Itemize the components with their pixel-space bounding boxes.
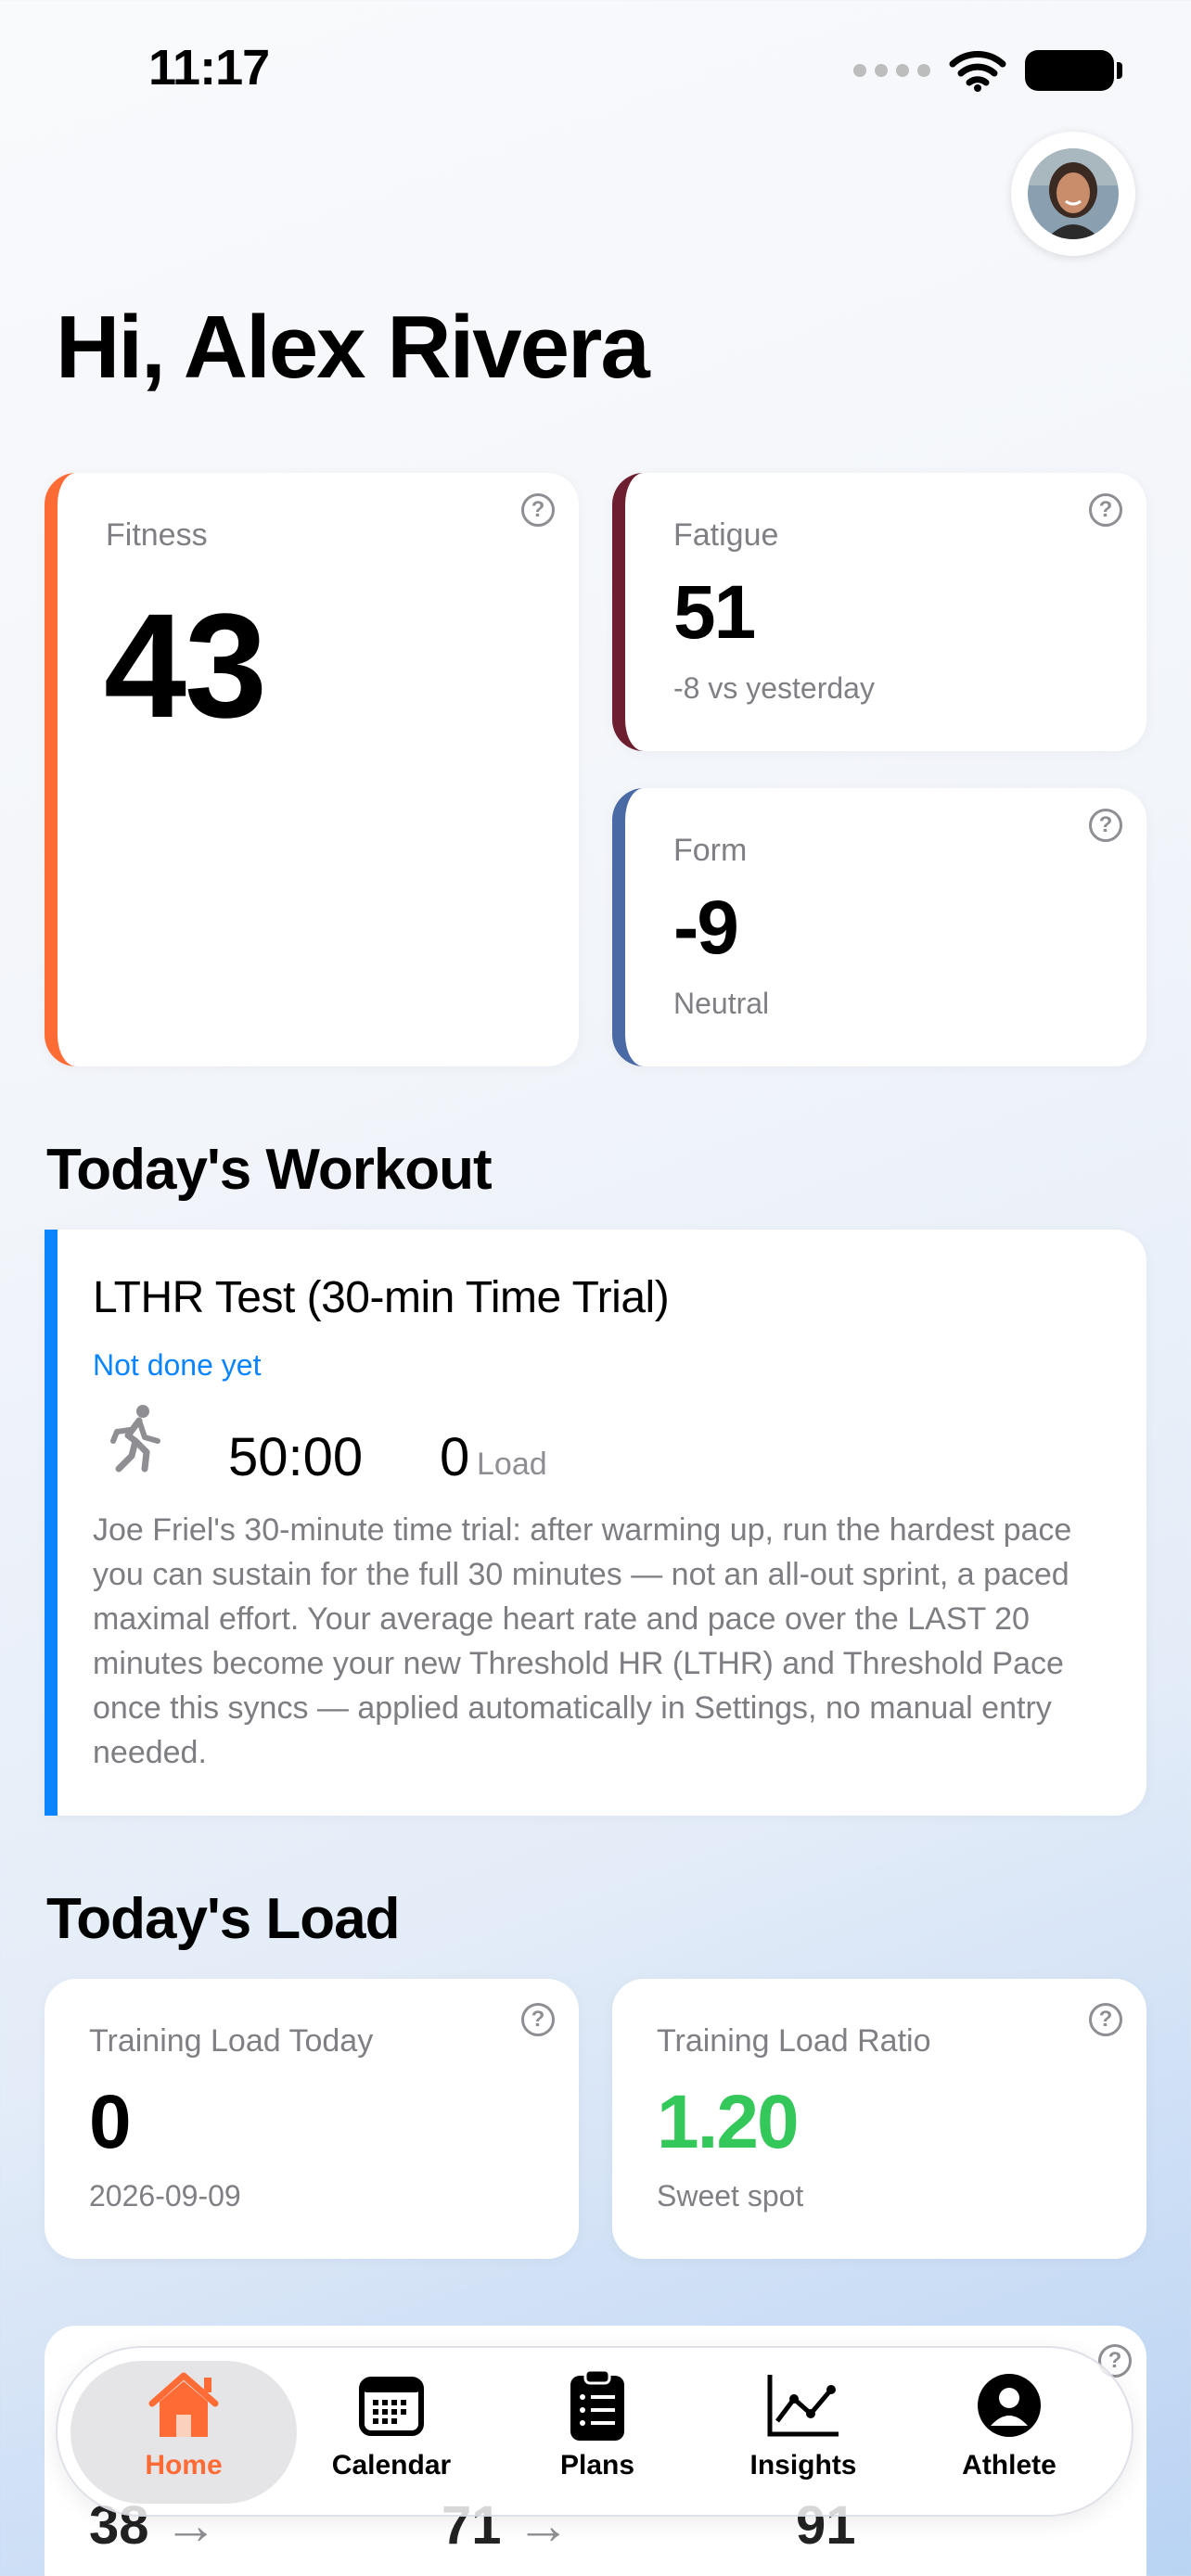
form-label: Form	[673, 833, 748, 868]
chart-icon	[766, 2368, 840, 2442]
fatigue-card[interactable]: Fatigue ? 51 -8 vs yesterday	[612, 473, 1146, 751]
workout-title: LTHR Test (30-min Time Trial)	[93, 1273, 670, 1322]
fitness-value: 43	[104, 582, 267, 748]
fatigue-delta: -8 vs yesterday	[673, 671, 875, 705]
workout-load-value: 0	[440, 1427, 470, 1487]
status-time: 11:17	[148, 40, 270, 96]
tab-insights[interactable]: Insights	[711, 2368, 896, 2498]
training-load-today-card[interactable]: Training Load Today ? 0 2026-09-09	[45, 1979, 579, 2259]
help-icon[interactable]: ?	[521, 493, 555, 527]
wifi-icon	[949, 49, 1006, 92]
training-load-today-date: 2026-09-09	[89, 2179, 241, 2213]
todays-workout-heading: Today's Workout	[46, 1138, 493, 1202]
tab-label: Insights	[749, 2450, 857, 2480]
form-status: Neutral	[673, 987, 770, 1020]
training-load-today-value: 0	[89, 2080, 132, 2164]
fatigue-label: Fatigue	[673, 517, 779, 553]
help-icon[interactable]: ?	[1089, 493, 1122, 527]
training-load-today-label: Training Load Today	[89, 2023, 374, 2059]
profile-avatar-button[interactable]	[1011, 132, 1135, 256]
tab-label: Calendar	[331, 2450, 452, 2480]
battery-icon	[1025, 50, 1122, 91]
form-value: -9	[673, 886, 739, 970]
help-icon[interactable]: ?	[521, 2003, 555, 2036]
training-load-ratio-label: Training Load Ratio	[657, 2023, 931, 2059]
workout-duration: 50:00	[228, 1427, 364, 1487]
avatar	[1028, 148, 1119, 239]
greeting-title: Hi, Alex Rivera	[56, 298, 650, 397]
tab-label: Home	[145, 2450, 223, 2480]
training-load-ratio-value: 1.20	[657, 2080, 800, 2164]
running-icon	[108, 1404, 165, 1479]
tab-plans[interactable]: Plans	[505, 2368, 690, 2498]
help-icon[interactable]: ?	[1089, 809, 1122, 842]
tab-label: Plans	[559, 2450, 635, 2480]
fitness-card[interactable]: Fitness ? 43	[45, 473, 579, 1066]
training-load-ratio-status: Sweet spot	[657, 2179, 804, 2213]
tab-calendar[interactable]: Calendar	[299, 2368, 484, 2498]
calendar-icon	[358, 2368, 425, 2442]
signal-icon	[853, 64, 930, 77]
status-icons	[853, 46, 1122, 95]
person-icon	[976, 2368, 1043, 2442]
tab-label: Athlete	[962, 2450, 1057, 2480]
training-load-ratio-card[interactable]: Training Load Ratio ? 1.20 Sweet spot	[612, 1979, 1146, 2259]
status-bar: 11:17	[0, 0, 1191, 139]
form-card[interactable]: Form ? -9 Neutral	[612, 788, 1146, 1066]
workout-description: Joe Friel's 30-minute time trial: after …	[93, 1512, 1072, 1770]
workout-status: Not done yet	[93, 1348, 262, 1382]
fatigue-value: 51	[673, 570, 756, 655]
tab-athlete[interactable]: Athlete	[916, 2368, 1102, 2498]
todays-load-heading: Today's Load	[46, 1887, 401, 1951]
fitness-label: Fitness	[106, 517, 208, 553]
help-icon[interactable]: ?	[1089, 2003, 1122, 2036]
tab-home[interactable]: Home	[91, 2368, 276, 2498]
tab-bar: Home Calendar Plans Insights Athlete	[56, 2346, 1133, 2517]
clipboard-icon	[569, 2368, 626, 2442]
workout-load-label: Load	[477, 1447, 547, 1482]
home-icon	[145, 2368, 223, 2442]
